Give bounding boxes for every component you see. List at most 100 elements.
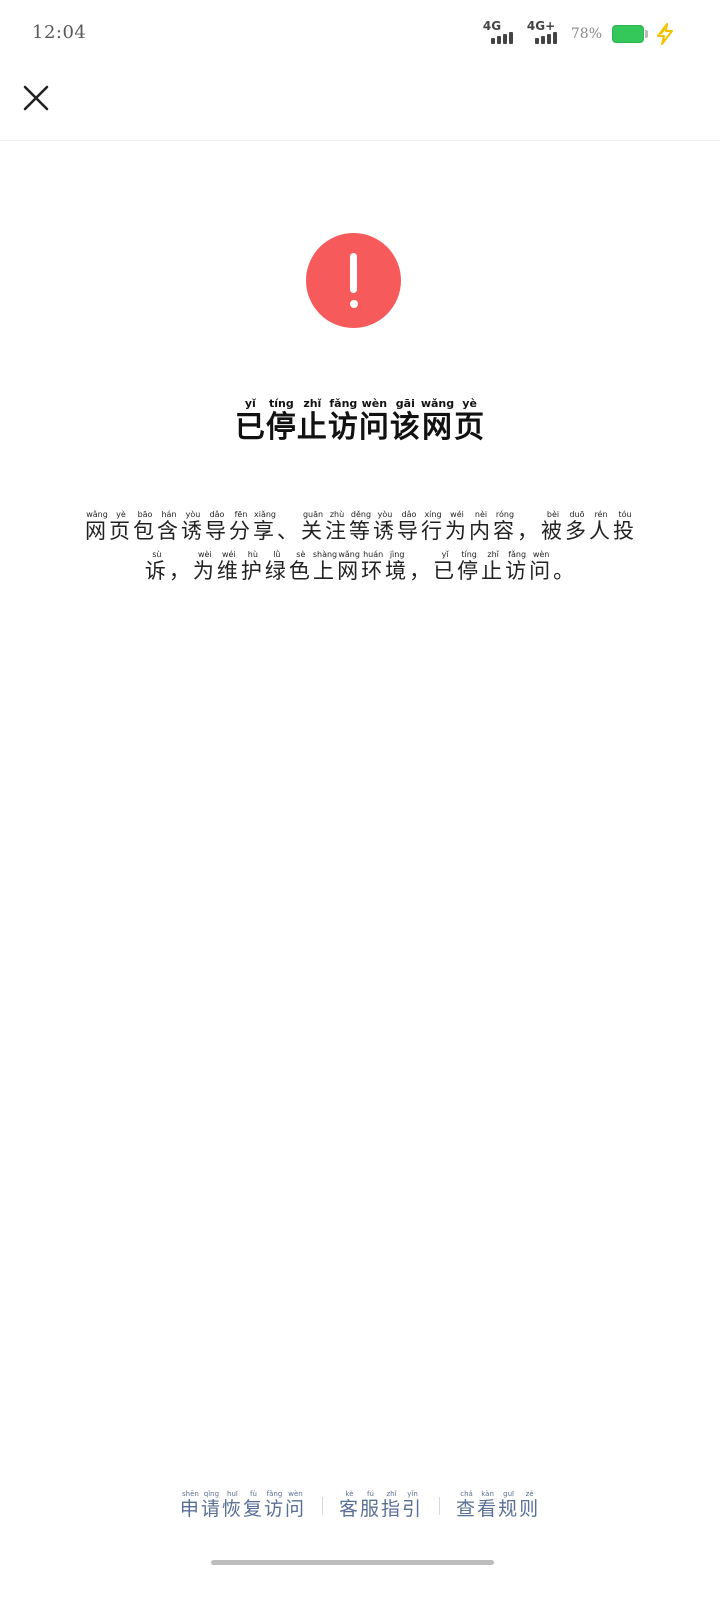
hanzi-char: 停 — [457, 559, 482, 583]
pinyin: qǐng — [200, 1490, 222, 1498]
home-indicator[interactable] — [211, 1560, 494, 1565]
char-with-pinyin: ， — [169, 559, 193, 583]
char-with-pinyin: 访fǎng — [505, 550, 530, 583]
char-with-pinyin: ， — [517, 519, 541, 543]
request-restore-access-link[interactable]: 申shēn请qǐng恢huī复fù访fǎng问wèn — [180, 1490, 306, 1521]
char-with-pinyin: 等děng — [349, 510, 373, 543]
pinyin: yǐn — [402, 1490, 424, 1498]
char-with-pinyin: 内nèi — [469, 510, 493, 543]
char-with-pinyin: 访fǎng — [263, 1490, 285, 1520]
char-with-pinyin: 维wéi — [216, 550, 241, 583]
hanzi-char: ， — [409, 559, 434, 583]
hanzi-char: 访 — [263, 1498, 285, 1520]
char-with-pinyin: 诱yòu — [181, 510, 205, 543]
hanzi-char: 。 — [553, 559, 578, 583]
pinyin: wǎng — [420, 397, 455, 410]
pinyin: kàn — [477, 1490, 499, 1498]
hanzi-char: 内 — [469, 519, 493, 543]
char-with-pinyin: 问wèn — [359, 397, 390, 445]
char-with-pinyin: 诱yòu — [373, 510, 397, 543]
char-with-pinyin: 网wǎng — [85, 510, 109, 543]
char-with-pinyin: 指zhǐ — [381, 1490, 402, 1520]
pinyin: yè — [109, 510, 133, 519]
hanzi-char: 维 — [216, 559, 241, 583]
pinyin: róng — [493, 510, 517, 519]
pinyin: yǐ — [433, 550, 458, 559]
char-with-pinyin: 上shàng — [312, 550, 338, 583]
view-rules-link[interactable]: 查chá看kàn规guī则zé — [456, 1490, 540, 1521]
hanzi-char: 止 — [481, 559, 506, 583]
pinyin: fǎng — [505, 550, 530, 559]
close-button[interactable] — [18, 80, 54, 116]
pinyin: xíng — [421, 510, 445, 519]
pinyin: wèn — [284, 1490, 306, 1498]
hanzi-char: 导 — [397, 519, 421, 543]
hanzi-char: 行 — [421, 519, 445, 543]
hanzi-char: 分 — [229, 519, 253, 543]
hanzi-char: 页 — [109, 519, 133, 543]
char-with-pinyin: 请qǐng — [200, 1490, 222, 1520]
pinyin: bèi — [541, 510, 565, 519]
hanzi-char: 服 — [360, 1498, 382, 1520]
hanzi-char: 网 — [85, 519, 109, 543]
hanzi-char: 访 — [327, 410, 359, 445]
hanzi-char: 客 — [338, 1498, 360, 1520]
pinyin: zhǐ — [481, 550, 506, 559]
char-with-pinyin: 客kè — [338, 1490, 360, 1520]
char-with-pinyin: 环huán — [361, 550, 385, 583]
pinyin: dǎo — [397, 510, 421, 519]
char-with-pinyin: 。 — [553, 559, 577, 583]
hanzi-char: 多 — [565, 519, 589, 543]
hanzi-char: 该 — [389, 410, 421, 445]
pinyin: zé — [519, 1490, 541, 1498]
hanzi-char: 含 — [157, 519, 181, 543]
hanzi-char: 访 — [505, 559, 530, 583]
char-with-pinyin: 绿lǜ — [264, 550, 289, 583]
hanzi-char: 上 — [312, 559, 338, 583]
hanzi-char: 规 — [498, 1498, 520, 1520]
header — [0, 70, 720, 141]
char-with-pinyin: 人rén — [589, 510, 613, 543]
customer-service-guide-link[interactable]: 客kè服fú指zhǐ引yǐn — [339, 1490, 423, 1521]
char-with-pinyin: 止zhǐ — [481, 550, 506, 583]
pinyin: sù — [144, 550, 169, 559]
pinyin: hù — [240, 550, 265, 559]
char-with-pinyin: 多duō — [565, 510, 589, 543]
pinyin: wèn — [529, 550, 554, 559]
hanzi-char: 引 — [402, 1498, 424, 1520]
network-type-label: 4G+ — [526, 19, 556, 33]
char-with-pinyin: 该gāi — [389, 397, 421, 445]
hanzi-char: 请 — [200, 1498, 222, 1520]
pinyin: fǎng — [263, 1490, 285, 1498]
hanzi-char: 等 — [349, 519, 373, 543]
cellular-signal-icon: 4G+ — [526, 19, 561, 46]
char-with-pinyin: 包bāo — [133, 510, 157, 543]
pinyin: hán — [157, 510, 181, 519]
pinyin: fú — [360, 1490, 381, 1498]
char-with-pinyin: 被bèi — [541, 510, 565, 543]
pinyin: jìng — [385, 550, 410, 559]
char-with-pinyin: 页yè — [454, 397, 485, 445]
pinyin: lǜ — [264, 550, 289, 559]
pinyin: gāi — [389, 397, 421, 410]
hanzi-char: 人 — [589, 519, 613, 543]
hanzi-char: 包 — [133, 519, 157, 543]
pinyin: bāo — [133, 510, 157, 519]
char-with-pinyin: 投tóu — [613, 510, 637, 543]
hanzi-char: 诱 — [373, 519, 397, 543]
hanzi-char: 享 — [253, 519, 277, 543]
char-with-pinyin: 看kàn — [477, 1490, 498, 1520]
char-with-pinyin: 申shēn — [180, 1490, 201, 1520]
hanzi-char: 绿 — [264, 559, 289, 583]
char-with-pinyin: 停tíng — [266, 397, 297, 445]
hanzi-char: 查 — [456, 1498, 478, 1520]
pinyin: dǎo — [205, 510, 229, 519]
pinyin: huán — [361, 550, 386, 559]
pinyin: guān — [301, 510, 325, 519]
hanzi-char: ， — [168, 559, 193, 583]
char-with-pinyin: 问wèn — [285, 1490, 306, 1520]
link-divider — [321, 1497, 323, 1515]
char-with-pinyin: 止zhǐ — [297, 397, 328, 445]
pinyin: yǐ — [234, 397, 266, 410]
hanzi-char: 诱 — [181, 519, 205, 543]
